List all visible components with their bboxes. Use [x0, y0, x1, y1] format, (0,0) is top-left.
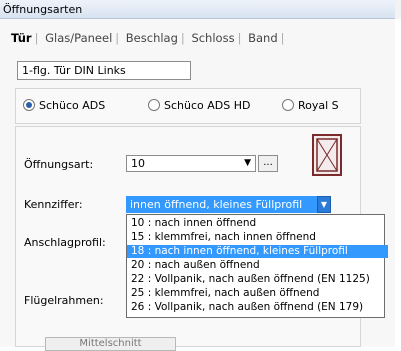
tab-separator: |: [237, 31, 242, 45]
kennziffer-option[interactable]: 15 : klemmfrei, nach innen öffnend: [127, 231, 388, 244]
kennziffer-option[interactable]: 20 : nach außen öffnend: [127, 259, 388, 272]
tab-band[interactable]: Band: [245, 31, 281, 45]
chevron-down-icon: ▼: [244, 158, 251, 168]
radio-label: Royal S: [298, 99, 339, 112]
radio-label: Schüco ADS: [39, 99, 106, 112]
tab-separator: |: [34, 31, 39, 45]
tab-separator: |: [180, 31, 185, 45]
tab-tuer[interactable]: Tür: [8, 31, 35, 45]
chevron-down-icon[interactable]: ▼: [317, 196, 331, 213]
oeffnungsart-value: 10: [131, 157, 145, 170]
ellipsis-button[interactable]: ...: [258, 155, 278, 172]
door-preview-icon: [316, 138, 338, 172]
radio-royal-s[interactable]: Royal S: [282, 99, 339, 112]
kennziffer-option[interactable]: 10 : nach innen öffnend: [127, 217, 388, 230]
kennziffer-select[interactable]: innen öffnend, kleines Füllprofil: [126, 196, 317, 213]
oeffnungsart-label: Öffnungsart:: [24, 158, 94, 171]
oeffnungsart-select[interactable]: 10 ▼: [126, 155, 256, 172]
mittelschnitt-button[interactable]: Mittelschnitt: [45, 337, 176, 351]
door-type-field[interactable]: 1-flg. Tür DIN Links: [17, 61, 191, 80]
radio-schueco-ads[interactable]: Schüco ADS: [23, 99, 105, 112]
tab-row: Tür | Glas/Paneel | Beschlag | Schloss | Ban…: [8, 31, 285, 47]
kennziffer-option[interactable]: 25 : klemmfrei, nach außen öffnend: [127, 287, 388, 300]
radio-button-icon: [148, 99, 160, 111]
radio-button-icon: [23, 99, 35, 111]
radio-label: Schüco ADS HD: [164, 99, 251, 112]
system-radio-group: Schüco ADS Schüco ADS HD Royal S: [15, 88, 361, 124]
window-title: Öffnungsarten: [3, 3, 83, 16]
tab-separator: |: [115, 31, 120, 45]
tab-glas-paneel[interactable]: Glas/Paneel: [42, 31, 115, 45]
kennziffer-dropdown-list: 10 : nach innen öffnend 15 : klemmfrei, …: [126, 214, 388, 318]
tab-separator: |: [280, 31, 285, 45]
tab-beschlag[interactable]: Beschlag: [123, 31, 181, 45]
radio-button-icon: [282, 99, 294, 111]
window-titlebar: Öffnungsarten: [0, 0, 395, 19]
tab-schloss[interactable]: Schloss: [188, 31, 237, 45]
radio-schueco-ads-hd[interactable]: Schüco ADS HD: [148, 99, 250, 112]
fluegelrahmen-label: Flügelrahmen:: [24, 294, 104, 307]
kennziffer-label: Kennziffer:: [24, 198, 83, 211]
pin-icon[interactable]: [395, 0, 401, 19]
kennziffer-option-selected[interactable]: 18 : nach innen öffnend, kleines Füllpro…: [127, 245, 388, 258]
anschlagprofil-label: Anschlagprofil:: [24, 236, 106, 249]
kennziffer-option[interactable]: 26 : Vollpanik, nach außen öffnend (EN 1…: [127, 301, 388, 314]
kennziffer-option[interactable]: 22 : Vollpanik, nach außen öffnend (EN 1…: [127, 273, 388, 286]
door-preview-image: [312, 134, 342, 176]
